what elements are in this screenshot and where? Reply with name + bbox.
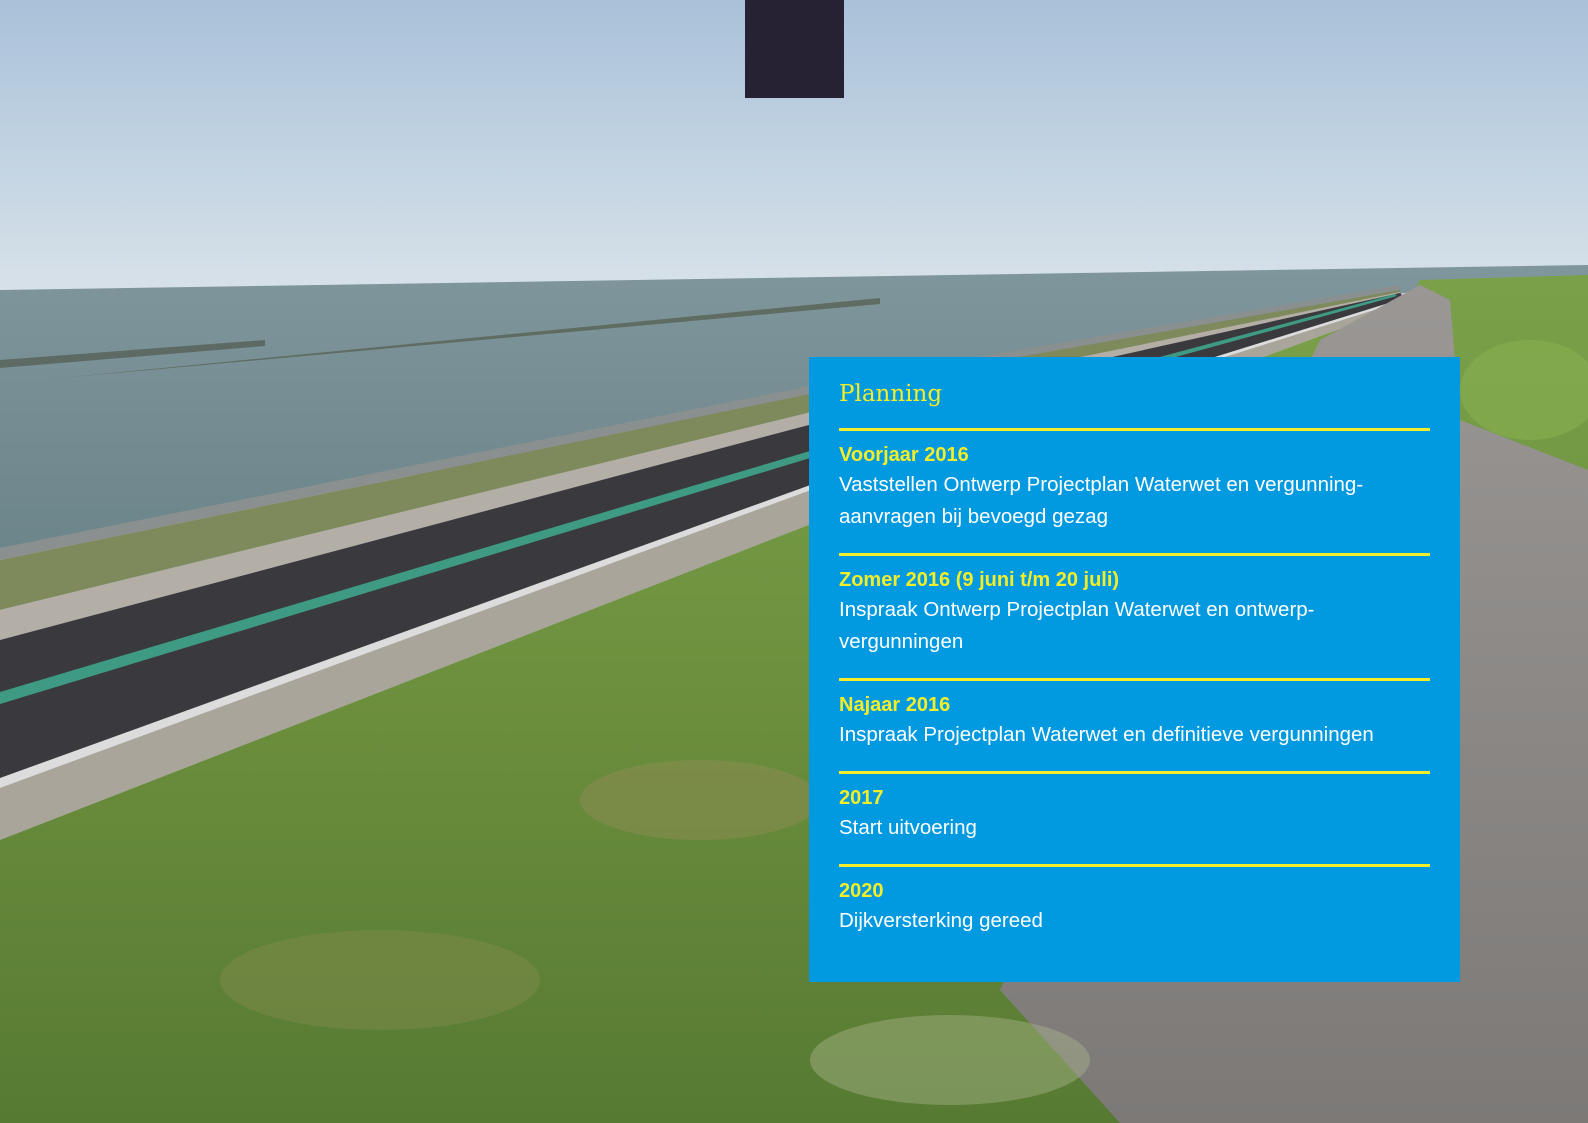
header-tab-block xyxy=(745,0,844,98)
entry-text: Start uitvoering xyxy=(839,816,977,839)
entry-text: Inspraak Ontwerp Projectplan Waterwet en… xyxy=(839,598,1315,653)
entry-text: Vaststellen Ontwerp Projectplan Waterwet… xyxy=(839,473,1364,528)
entry-heading: 2017 xyxy=(839,787,884,809)
entry-heading: Najaar 2016 xyxy=(839,694,951,716)
entry-text: Inspraak Projectplan Waterwet en definit… xyxy=(839,723,1374,746)
planning-panel: Planning Voorjaar 2016 Vaststellen Ontwe… xyxy=(809,357,1460,982)
planning-entry: Najaar 2016 Inspraak Projectplan Waterwe… xyxy=(839,678,1430,771)
panel-title: Planning xyxy=(839,381,943,407)
planning-entry: Voorjaar 2016 Vaststellen Ontwerp Projec… xyxy=(839,428,1430,553)
entry-heading: Zomer 2016 (9 juni t/m 20 juli) xyxy=(839,569,1120,591)
entry-heading: Voorjaar 2016 xyxy=(839,444,969,466)
planning-entry: 2017 Start uitvoering xyxy=(839,771,1430,864)
entry-heading: 2020 xyxy=(839,880,884,902)
entry-text: Dijkversterking gereed xyxy=(839,909,1043,932)
planning-entry: Zomer 2016 (9 juni t/m 20 juli) Inspraak… xyxy=(839,553,1430,678)
planning-entry: 2020 Dijkversterking gereed xyxy=(839,864,1430,957)
